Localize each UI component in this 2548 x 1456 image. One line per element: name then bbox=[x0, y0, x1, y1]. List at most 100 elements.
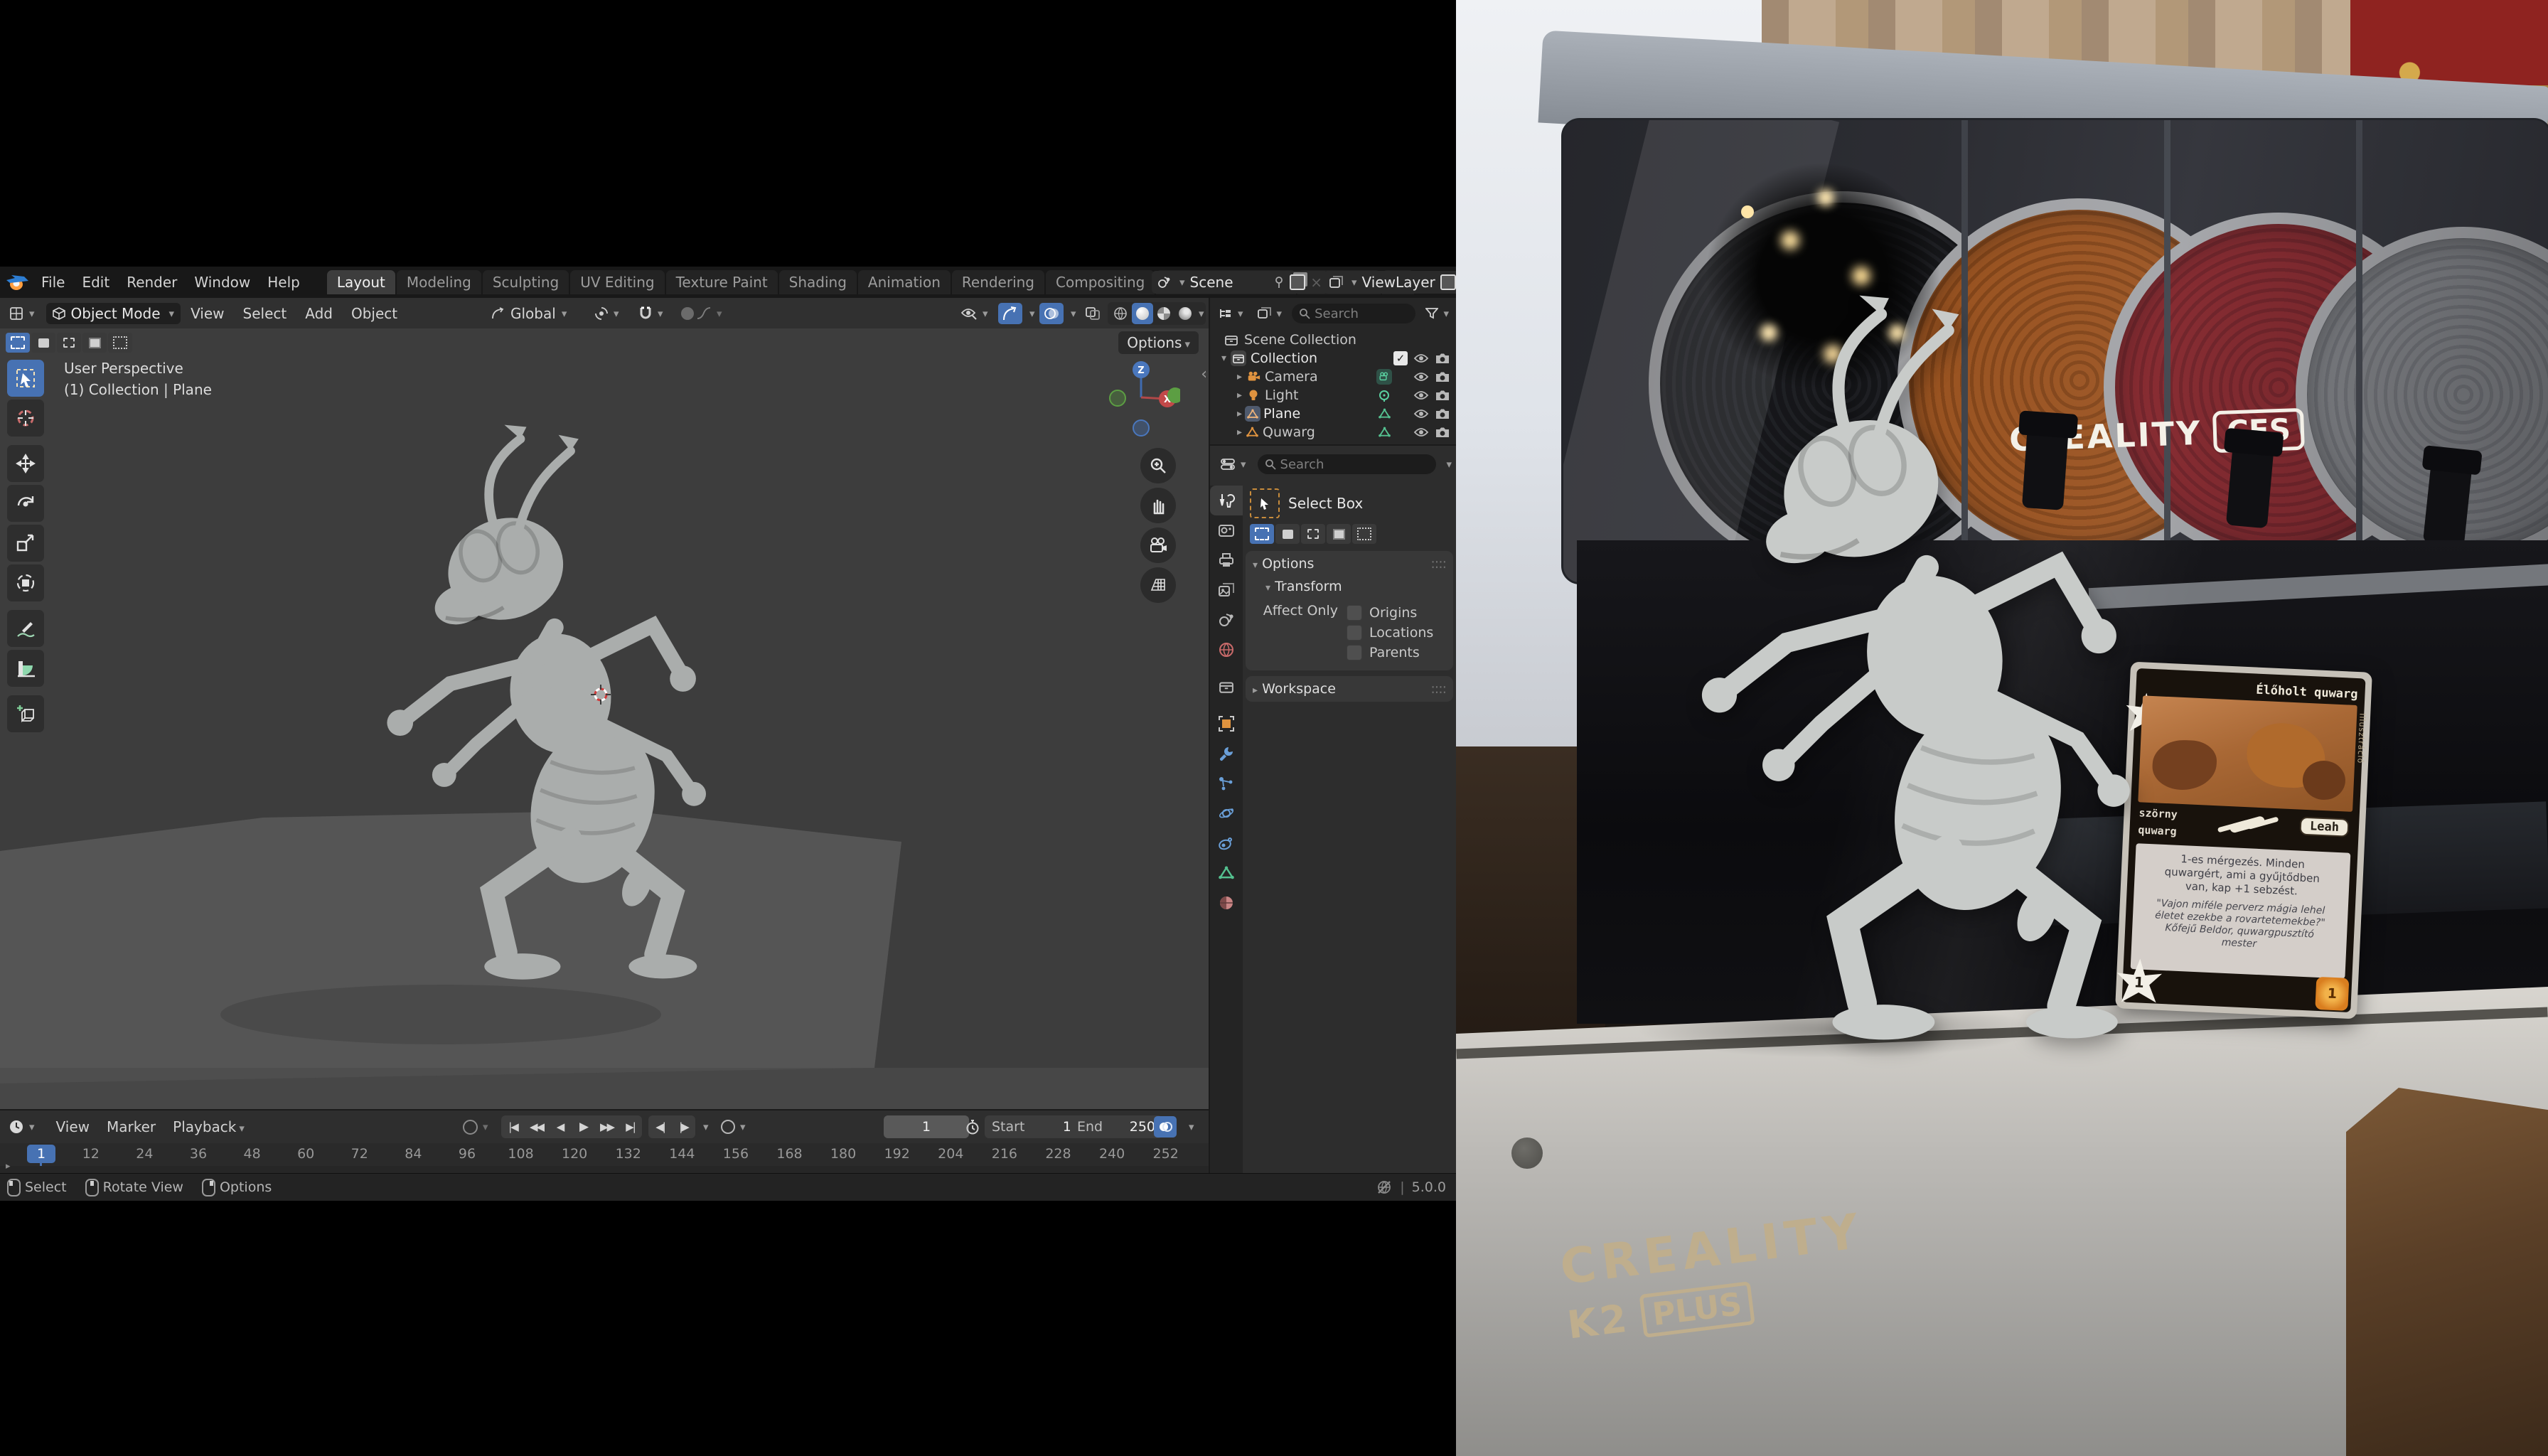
shading-material-button[interactable] bbox=[1153, 303, 1174, 324]
new-scene-icon[interactable] bbox=[1290, 274, 1305, 290]
tab-view-layer[interactable] bbox=[1210, 575, 1243, 605]
expand-icon[interactable]: ▸ bbox=[1237, 408, 1242, 419]
pan-button[interactable] bbox=[1140, 488, 1176, 523]
tab-physics[interactable] bbox=[1210, 798, 1243, 828]
drag-grip-icon[interactable]: :::: bbox=[1430, 681, 1446, 697]
timeline-menu-view[interactable]: View bbox=[48, 1118, 98, 1135]
timeline-menu-marker[interactable]: Marker bbox=[98, 1118, 164, 1135]
rotate-tool[interactable] bbox=[7, 485, 44, 522]
expand-icon[interactable]: ▸ bbox=[1237, 427, 1242, 438]
outliner-row-scene-collection[interactable]: Scene Collection bbox=[1214, 331, 1453, 349]
outliner-filter-collection[interactable]: ▾ bbox=[1253, 303, 1287, 324]
ortho-toggle-button[interactable] bbox=[1140, 567, 1176, 603]
blender-logo[interactable] bbox=[6, 272, 30, 293]
outliner-display-mode[interactable]: ▾ bbox=[1214, 303, 1248, 324]
transform-orientation[interactable]: Global ▾ bbox=[491, 298, 567, 328]
tab-collection[interactable] bbox=[1210, 672, 1243, 702]
hide-eye-icon[interactable] bbox=[1413, 353, 1429, 363]
expand-icon[interactable]: ▸ bbox=[1237, 390, 1242, 401]
topbar-menu[interactable]: File bbox=[33, 274, 73, 291]
tab-material[interactable] bbox=[1210, 888, 1243, 918]
sync-button[interactable]: ▾ bbox=[459, 1116, 493, 1138]
topbar-menu[interactable]: Help bbox=[259, 274, 309, 291]
checkbox[interactable] bbox=[1347, 625, 1362, 641]
tab-output[interactable] bbox=[1210, 545, 1243, 575]
workspace-panel-header[interactable]: ▸ Workspace bbox=[1253, 681, 1336, 697]
outliner-row-light[interactable]: ▸ Light bbox=[1214, 386, 1453, 405]
jump-to-end-button[interactable]: ▶| bbox=[619, 1120, 642, 1133]
outliner-row-plane[interactable]: ▸ Plane bbox=[1214, 405, 1453, 423]
hide-eye-icon[interactable] bbox=[1413, 409, 1429, 419]
tool-mode-subtract[interactable] bbox=[1301, 524, 1325, 544]
tab-scene[interactable] bbox=[1210, 605, 1243, 635]
tool-mode-new[interactable] bbox=[1250, 524, 1274, 544]
transform-tool[interactable] bbox=[7, 564, 44, 601]
chevron-down-icon[interactable]: ▾ bbox=[1446, 458, 1452, 471]
tool-mode-invert[interactable] bbox=[1327, 524, 1351, 544]
outliner-row-camera[interactable]: ▸ Camera bbox=[1214, 368, 1453, 386]
xray-toggle[interactable] bbox=[1081, 303, 1105, 324]
properties-editor-type[interactable]: ▾ bbox=[1216, 454, 1251, 475]
frame-forward-button[interactable]: |▶ bbox=[672, 1120, 695, 1133]
hide-eye-icon[interactable] bbox=[1413, 390, 1429, 400]
jump-to-start-button[interactable]: |◀ bbox=[501, 1120, 525, 1133]
camera-data-icon[interactable] bbox=[1379, 372, 1390, 382]
annotate-tool[interactable] bbox=[7, 610, 44, 647]
camera-view-button[interactable] bbox=[1140, 528, 1176, 563]
tab-modifiers[interactable] bbox=[1210, 739, 1243, 769]
options-panel-header[interactable]: ▾ Options bbox=[1253, 556, 1314, 572]
expand-channels-icon[interactable]: ▸ bbox=[6, 1161, 11, 1172]
new-viewlayer-icon[interactable] bbox=[1440, 274, 1456, 290]
transform-subpanel-header[interactable]: ▾ Transform bbox=[1265, 579, 1446, 594]
timeline-menu-playback[interactable]: Playback▾ bbox=[164, 1118, 253, 1135]
viewport-options-button[interactable]: Options▾ bbox=[1118, 331, 1199, 354]
checkbox[interactable] bbox=[1347, 605, 1362, 621]
navigation-gizmo[interactable]: Z X bbox=[1102, 358, 1180, 437]
overlays-toggle[interactable] bbox=[1039, 303, 1064, 324]
play-reverse-button[interactable]: ◀ bbox=[548, 1120, 572, 1133]
previous-keyframe-button[interactable]: ◀◀ bbox=[525, 1120, 548, 1133]
topbar-menu[interactable]: Edit bbox=[73, 274, 118, 291]
show-gizmo-button[interactable]: ▾ bbox=[956, 303, 992, 324]
topbar-menu[interactable]: Render bbox=[118, 274, 186, 291]
select-box-tool[interactable] bbox=[7, 360, 44, 397]
mode-selector[interactable]: Object Mode ▾ bbox=[46, 303, 181, 324]
disable-render-camera-icon[interactable] bbox=[1435, 390, 1450, 401]
shading-rendered-button[interactable] bbox=[1174, 303, 1196, 324]
drag-grip-icon[interactable]: :::: bbox=[1430, 556, 1446, 572]
mesh-data-icon[interactable] bbox=[1379, 408, 1391, 419]
tab-animation[interactable]: Animation bbox=[858, 270, 951, 294]
scene-selector[interactable]: ▾ Scene × bbox=[1152, 271, 1328, 294]
frame-back-button[interactable]: ◀| bbox=[648, 1120, 672, 1133]
playhead-marker[interactable]: 1 bbox=[27, 1145, 55, 1163]
viewport-menu[interactable]: Object bbox=[351, 305, 397, 322]
tab-uv-editing[interactable]: UV Editing bbox=[570, 270, 664, 294]
pivot-point-button[interactable]: ▾ bbox=[590, 303, 623, 324]
select-mode-intersect[interactable] bbox=[108, 333, 132, 353]
auto-keying-button[interactable]: ▾ bbox=[717, 1116, 750, 1138]
viewlayer-selector[interactable]: ▾ ViewLayer bbox=[1324, 271, 1462, 294]
end-frame-field[interactable]: End250 bbox=[1070, 1115, 1162, 1138]
tab-constraints[interactable] bbox=[1210, 828, 1243, 858]
select-mode-new[interactable] bbox=[6, 333, 30, 353]
tab-tool[interactable] bbox=[1210, 486, 1243, 515]
viewport-menu[interactable]: Select bbox=[243, 305, 287, 322]
mesh-data-icon[interactable] bbox=[1379, 427, 1391, 438]
quwarg-model[interactable] bbox=[334, 421, 775, 983]
viewport-menu[interactable]: Add bbox=[305, 305, 333, 322]
tab-shading[interactable]: Shading bbox=[779, 270, 857, 294]
tab-sculpting[interactable]: Sculpting bbox=[483, 270, 569, 294]
current-frame-field[interactable]: 1 bbox=[884, 1115, 969, 1138]
use-preview-range-button[interactable] bbox=[961, 1116, 984, 1138]
disable-render-camera-icon[interactable] bbox=[1435, 371, 1450, 382]
play-button[interactable]: ▶ bbox=[572, 1120, 595, 1134]
scale-tool[interactable] bbox=[7, 525, 44, 562]
viewport-3d[interactable]: User Perspective (1) Collection | Plane … bbox=[0, 328, 1209, 1109]
viewport-menu[interactable]: View bbox=[191, 305, 224, 322]
start-frame-field[interactable]: Start1 bbox=[985, 1115, 1078, 1138]
gizmos-toggle[interactable] bbox=[998, 303, 1022, 324]
next-keyframe-button[interactable]: ▶▶ bbox=[595, 1120, 619, 1133]
tab-world[interactable] bbox=[1210, 635, 1243, 665]
tool-mode-intersect[interactable] bbox=[1352, 524, 1376, 544]
tab-object[interactable] bbox=[1210, 709, 1243, 739]
